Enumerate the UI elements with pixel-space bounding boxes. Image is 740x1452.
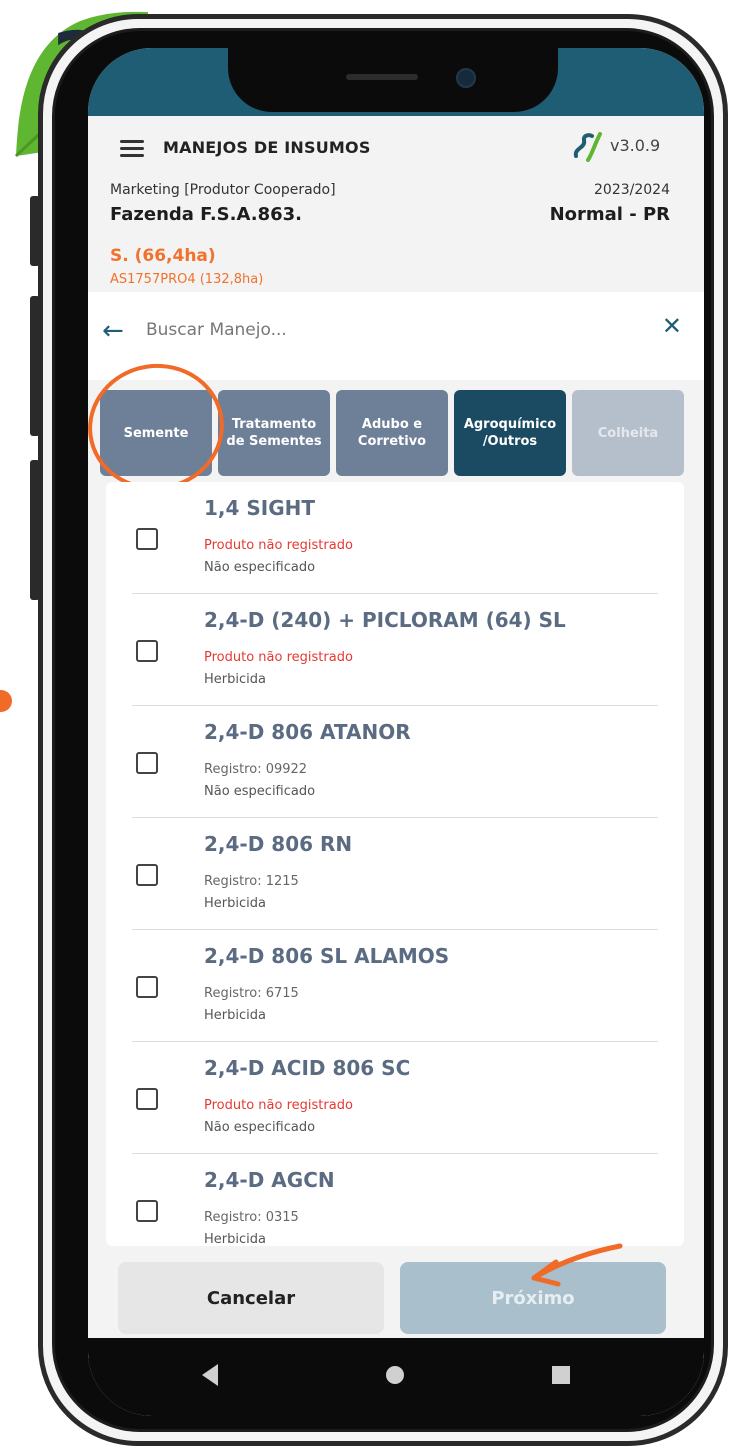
season-label: 2023/2024 xyxy=(594,182,670,198)
tab-tratamento-de-sementes[interactable]: Tratamento de Sementes xyxy=(218,390,330,476)
field-area: S. (66,4ha) xyxy=(110,246,216,266)
hamburger-menu-icon[interactable] xyxy=(120,140,144,158)
system-nav-bar xyxy=(88,1338,704,1416)
farm-name: Fazenda F.S.A.863. xyxy=(110,204,302,225)
tab-label: Agroquímico xyxy=(463,417,557,432)
product-list: 1,4 SIGHT Produto não registrado Não esp… xyxy=(106,482,684,1246)
product-name: 1,4 SIGHT xyxy=(204,496,316,520)
cancel-button[interactable]: Cancelar xyxy=(118,1262,384,1334)
list-item[interactable]: 2,4-D (240) + PICLORAM (64) SL Produto n… xyxy=(106,594,684,706)
tab-adubo-e-corretivo[interactable]: Adubo e Corretivo xyxy=(336,390,448,476)
product-type: Herbicida xyxy=(204,1008,266,1023)
organization-label: Marketing [Produtor Cooperado] xyxy=(110,182,336,198)
search-input[interactable] xyxy=(146,320,576,340)
list-item[interactable]: 2,4-D ACID 806 SC Produto não registrado… xyxy=(106,1042,684,1154)
item-checkbox[interactable] xyxy=(136,1088,158,1110)
product-status: Produto não registrado xyxy=(204,650,353,665)
tab-label: Adubo e xyxy=(361,417,423,432)
tab-label: /Outros xyxy=(482,434,538,449)
product-name: 2,4-D 806 ATANOR xyxy=(204,720,411,744)
tab-colheita[interactable]: Colheita xyxy=(572,390,684,476)
product-status: Produto não registrado xyxy=(204,1098,353,1113)
list-item[interactable]: 2,4-D 806 SL ALAMOS Registro: 6715 Herbi… xyxy=(106,930,684,1042)
item-checkbox[interactable] xyxy=(136,528,158,550)
region-label: Normal - PR xyxy=(549,204,670,225)
product-type: Não especificado xyxy=(204,784,316,799)
product-type: Não especificado xyxy=(204,1120,316,1135)
product-status: Registro: 0315 xyxy=(204,1210,299,1225)
page-title: MANEJOS DE INSUMOS xyxy=(163,138,371,157)
tab-agroquimico-outros[interactable]: Agroquímico/Outros xyxy=(454,390,566,476)
back-arrow-icon[interactable]: ← xyxy=(102,316,124,346)
phone-notch xyxy=(228,48,558,112)
product-type: Herbicida xyxy=(204,672,266,687)
item-checkbox[interactable] xyxy=(136,864,158,886)
tab-label: Colheita xyxy=(597,425,659,441)
annotation-dot xyxy=(0,690,12,712)
product-name: 2,4-D 806 SL ALAMOS xyxy=(204,944,450,968)
product-type: Herbicida xyxy=(204,1232,266,1246)
list-item[interactable]: 2,4-D 806 RN Registro: 1215 Herbicida xyxy=(106,818,684,930)
product-status: Produto não registrado xyxy=(204,538,353,553)
product-type: Não especificado xyxy=(204,560,316,575)
tab-label: de Sementes xyxy=(226,434,322,449)
app-version: v3.0.9 xyxy=(610,136,661,155)
annotation-arrow-icon xyxy=(531,1243,623,1287)
tab-label: Tratamento xyxy=(231,417,317,432)
field-subarea: AS1757PRO4 (132,8ha) xyxy=(110,272,264,287)
nav-recent-apps-icon[interactable] xyxy=(552,1366,570,1384)
list-item[interactable]: 2,4-D AGCN Registro: 0315 Herbicida xyxy=(106,1154,684,1246)
item-checkbox[interactable] xyxy=(136,1200,158,1222)
close-icon[interactable]: ✕ xyxy=(662,312,682,340)
nav-back-icon[interactable] xyxy=(202,1364,218,1386)
tab-label: Corretivo xyxy=(357,434,427,449)
product-status: Registro: 1215 xyxy=(204,874,299,889)
category-tabs: Semente Tratamento de Sementes Adubo e Cor… xyxy=(88,355,696,499)
product-status: Registro: 6715 xyxy=(204,986,299,1001)
side-button xyxy=(30,296,40,436)
item-checkbox[interactable] xyxy=(136,640,158,662)
app-screen: MANEJOS DE INSUMOS v3.0.9 Marketing [Pro… xyxy=(88,48,704,1416)
side-button xyxy=(30,460,40,600)
product-name: 2,4-D AGCN xyxy=(204,1168,335,1192)
product-name: 2,4-D 806 RN xyxy=(204,832,353,856)
item-checkbox[interactable] xyxy=(136,976,158,998)
list-item[interactable]: 1,4 SIGHT Produto não registrado Não esp… xyxy=(106,482,684,594)
app-logo-icon xyxy=(573,132,602,162)
product-name: 2,4-D (240) + PICLORAM (64) SL xyxy=(204,608,566,632)
nav-home-icon[interactable] xyxy=(386,1366,404,1384)
side-button xyxy=(30,196,40,266)
speaker xyxy=(346,74,418,80)
item-checkbox[interactable] xyxy=(136,752,158,774)
product-type: Herbicida xyxy=(204,896,266,911)
list-item[interactable]: 2,4-D 806 ATANOR Registro: 09922 Não esp… xyxy=(106,706,684,818)
camera xyxy=(456,68,476,88)
product-status: Registro: 09922 xyxy=(204,762,308,777)
product-name: 2,4-D ACID 806 SC xyxy=(204,1056,411,1080)
